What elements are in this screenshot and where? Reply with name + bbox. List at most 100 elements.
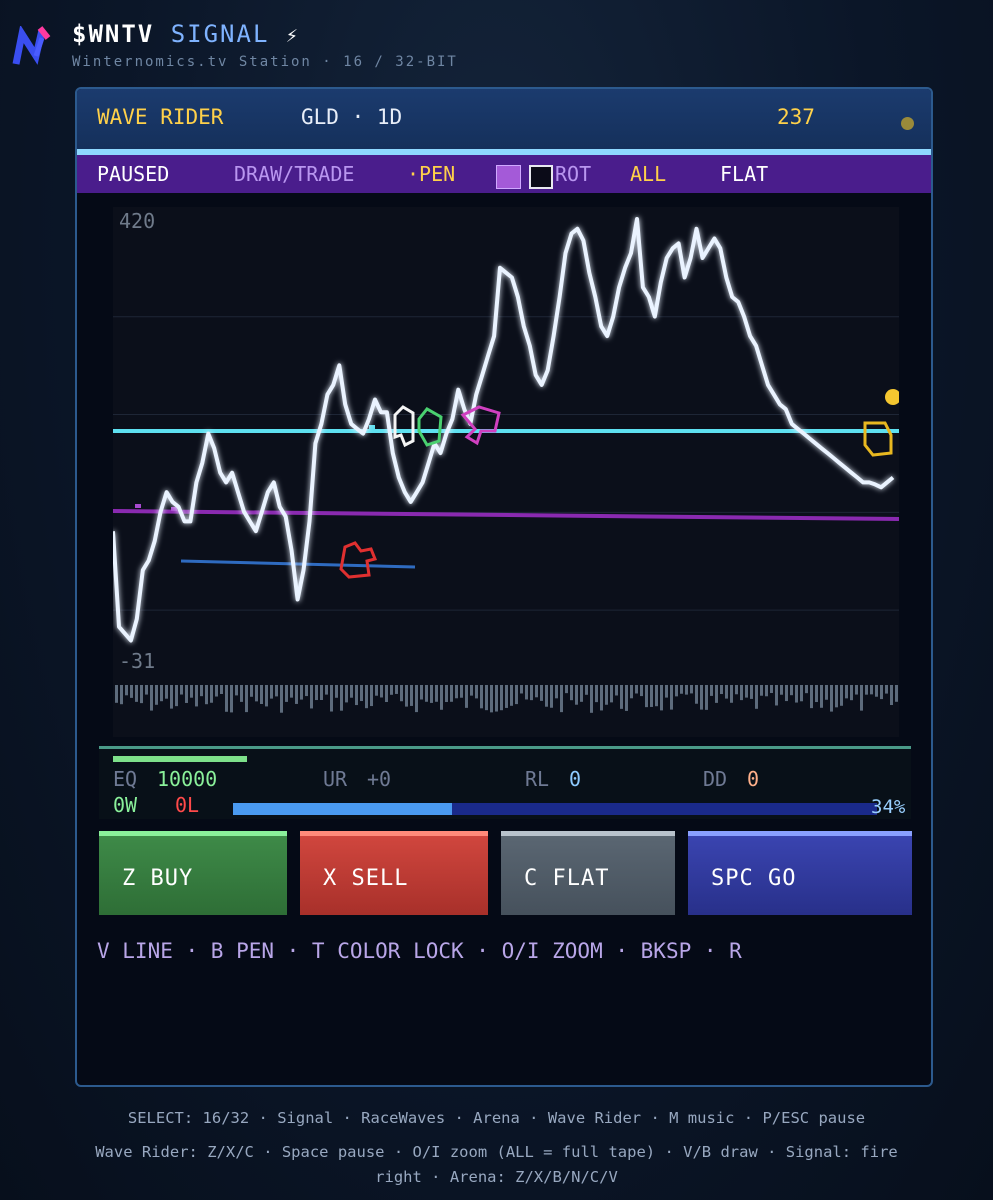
- app-logo: [12, 26, 51, 65]
- volume-bar: [310, 685, 313, 709]
- volume-bar: [615, 685, 618, 696]
- volume-bar: [550, 685, 553, 708]
- volume-bar: [125, 685, 128, 696]
- volume-bar: [590, 685, 593, 713]
- stats-panel: EQ 10000 UR +0 RL 0 DD 0 0W 0L 34%: [99, 746, 911, 819]
- progress-percent: 34%: [871, 796, 906, 818]
- volume-bar: [195, 685, 198, 707]
- volume-bar: [370, 685, 373, 707]
- volume-bar: [380, 685, 383, 698]
- volume-bar: [240, 685, 243, 702]
- y-min-label: -31: [119, 649, 155, 673]
- volume-bar: [810, 685, 813, 709]
- volume-bar: [340, 685, 343, 711]
- volume-bar: [600, 685, 603, 711]
- volume-bar: [725, 685, 728, 699]
- bolt-icon: ⚡: [285, 23, 300, 47]
- volume-bar: [335, 685, 338, 698]
- volume-bar: [185, 685, 188, 703]
- volume-bar: [285, 685, 288, 702]
- flat-toolbar-button[interactable]: FLAT: [720, 162, 768, 186]
- volume-bar: [480, 685, 483, 709]
- color-swatch-black[interactable]: [529, 165, 553, 189]
- volume-bar: [440, 685, 443, 710]
- volume-bar: [685, 685, 688, 695]
- sell-button[interactable]: X SELL: [300, 831, 488, 915]
- volume-bar: [475, 685, 478, 699]
- volume-bar: [390, 685, 393, 695]
- ticker-label: $WNTV: [72, 20, 155, 48]
- volume-bar: [330, 685, 333, 712]
- volume-bar: [540, 685, 543, 701]
- bar-counter: 237: [777, 105, 815, 129]
- volume-bar: [690, 685, 693, 694]
- volume-bar: [755, 685, 758, 709]
- volume-bar: [230, 685, 233, 713]
- cyan-anchor-mark: [369, 425, 375, 430]
- rl-value: 0: [569, 767, 582, 791]
- dd-label: DD: [703, 767, 728, 791]
- volume-bar: [350, 685, 353, 698]
- volume-bar: [580, 685, 583, 702]
- volume-bar: [395, 685, 398, 694]
- buy-button[interactable]: Z BUY: [99, 831, 287, 915]
- rotate-color-button[interactable]: ROT: [555, 162, 591, 186]
- flat-button[interactable]: C FLAT: [501, 831, 675, 915]
- volume-bar: [290, 685, 293, 698]
- volume-bar: [740, 685, 743, 701]
- volume-bar: [375, 685, 378, 696]
- color-swatch-purple[interactable]: [496, 165, 521, 189]
- volume-bar: [630, 685, 633, 699]
- volume-bar: [785, 685, 788, 702]
- volume-bar: [805, 685, 808, 694]
- volume-bar: [135, 685, 138, 702]
- volume-bar: [700, 685, 703, 710]
- volume-bar: [625, 685, 628, 711]
- volume-bar: [265, 685, 268, 707]
- signal-title: SIGNAL: [170, 20, 270, 48]
- zoom-all-button[interactable]: ALL: [630, 162, 666, 186]
- volume-bar: [660, 685, 663, 711]
- volume-bar: [450, 685, 453, 702]
- go-button[interactable]: SPC GO: [688, 831, 912, 915]
- volume-bar: [735, 685, 738, 695]
- volume-bar: [520, 685, 523, 694]
- volume-bar: [765, 685, 768, 697]
- volume-bar: [525, 685, 528, 700]
- volume-bar: [885, 685, 888, 694]
- eq-value: 10000: [157, 767, 218, 791]
- app-title: $WNTV SIGNAL ⚡: [72, 20, 300, 48]
- footer-line-2: Wave Rider: Z/X/C · Space pause · O/I zo…: [95, 1143, 898, 1161]
- volume-bar: [465, 685, 468, 708]
- volume-bar: [890, 685, 893, 706]
- purple-anchor-mark: [171, 507, 177, 511]
- price-chart[interactable]: 420 -31: [113, 207, 899, 737]
- volume-bar: [730, 685, 733, 703]
- equity-bar: [113, 756, 247, 762]
- pen-tool[interactable]: ·PEN: [407, 162, 455, 186]
- draw-trade-toggle[interactable]: DRAW/TRADE: [234, 162, 354, 186]
- volume-bar: [555, 685, 558, 699]
- volume-bar: [695, 685, 698, 704]
- volume-bar: [320, 685, 323, 701]
- paused-status[interactable]: PAUSED: [97, 162, 169, 186]
- volume-bar: [545, 685, 548, 707]
- volume-bar: [365, 685, 368, 709]
- volume-bar: [355, 685, 358, 706]
- volume-bar: [485, 685, 488, 711]
- volume-bar: [855, 685, 858, 695]
- ur-value: +0: [367, 767, 392, 791]
- game-topbar: WAVE RIDER GLD · 1D 237: [77, 89, 931, 155]
- volume-bar: [420, 685, 423, 700]
- volume-bar: [500, 685, 503, 711]
- volume-bar: [415, 685, 418, 713]
- eq-label: EQ: [113, 767, 138, 791]
- volume-bar: [470, 685, 473, 696]
- volume-bar: [705, 685, 708, 710]
- volume-bar: [635, 685, 638, 694]
- volume-bar: [680, 685, 683, 694]
- volume-bar: [130, 685, 133, 698]
- volume-bar: [665, 685, 668, 698]
- volume-bar: [325, 685, 328, 695]
- volume-bar: [275, 685, 278, 697]
